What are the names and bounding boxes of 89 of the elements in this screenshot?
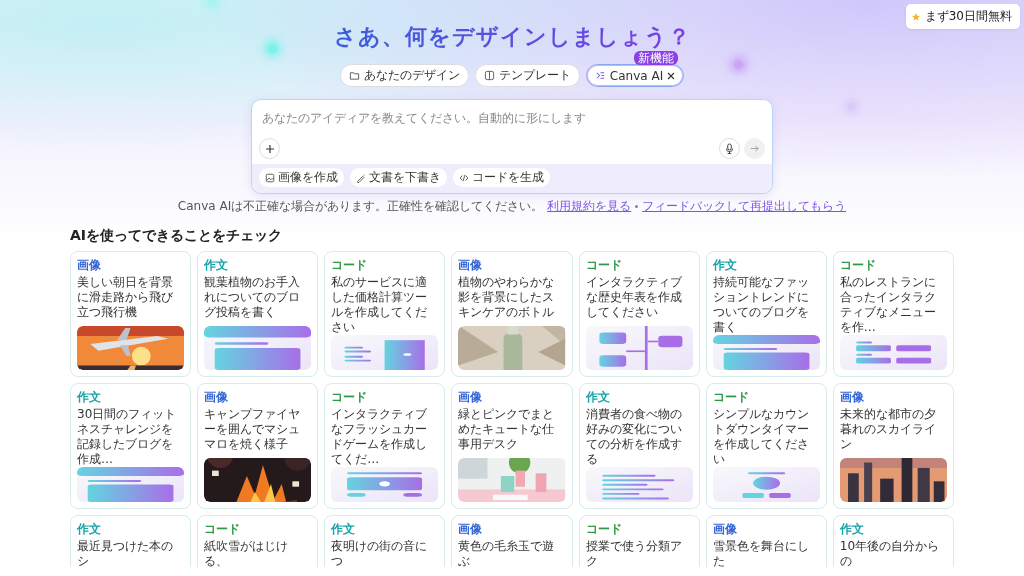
idea-card[interactable]: 画像 緑とピンクでまとめたキュートな仕事用デスク xyxy=(451,383,573,509)
separator-dot xyxy=(635,205,639,208)
card-text: 私のレストランに合ったインタラクティブなメニューを作… xyxy=(839,275,937,335)
card-text: 夜明けの街の音につ xyxy=(331,539,429,567)
idea-card[interactable]: 画像 植物のやわらかな影を背景にしたスキンケアのボトル xyxy=(451,251,573,377)
idea-card[interactable]: 画像 未来的な都市の夕暮れのスカイライン xyxy=(832,383,954,509)
idea-card[interactable]: 作文 持続可能なファッショントレンドについてのブログを書く xyxy=(705,251,827,377)
card-text: 植物のやわらかな影を背景にしたスキンケアのボトル xyxy=(458,275,556,320)
suggestion-chip[interactable]: コードを生成 xyxy=(453,168,550,187)
category-label: 作文 xyxy=(77,522,101,536)
category-label: 画像 xyxy=(458,258,483,272)
card-text: 30日間のフィットネスチャレンジを記録したブログを作成… xyxy=(77,407,178,467)
card-text: キャンプファイヤーを囲んでマシュマロを焼く様子 xyxy=(204,407,302,452)
card-text: 観葉植物のお手入れについてのブログ投稿を書く xyxy=(204,275,302,320)
category-label: 画像 xyxy=(458,522,483,536)
category-label: 画像 xyxy=(77,258,101,272)
card-text: 私のサービスに適した価格計算ツールを作成してください xyxy=(331,275,429,335)
category-label: 画像 xyxy=(204,390,229,404)
folder-icon xyxy=(348,70,360,81)
idea-card[interactable]: 作文 夜明けの街の音につ xyxy=(324,515,446,567)
suggestion-chip[interactable]: 画像を作成 xyxy=(259,168,344,187)
pen-icon xyxy=(356,172,366,183)
image-icon xyxy=(265,172,275,183)
trial-banner[interactable]: まず30日間無料 xyxy=(905,4,1020,29)
card-text: 10年後の自分からの xyxy=(839,539,941,567)
category-label: 作文 xyxy=(839,522,864,536)
category-label: コード xyxy=(204,522,241,536)
idea-card[interactable]: 作文 10年後の自分からの xyxy=(832,515,954,567)
idea-card[interactable]: コード インタラクティブな歴史年表を作成してください xyxy=(578,251,700,377)
category-label: 画像 xyxy=(839,390,864,404)
suggestion-chip[interactable]: 文書を下書き xyxy=(350,168,447,187)
card-text: 授業で使う分類アク xyxy=(585,539,683,567)
idea-card[interactable]: 作文 消費者の食べ物の好みの変化についての分析を作成する xyxy=(578,383,700,509)
new-badge: 新機能 xyxy=(634,51,679,65)
card-text: 未来的な都市の夕暮れのスカイライン xyxy=(839,407,937,452)
card-text: 緑とピンクでまとめたキュートな仕事用デスク xyxy=(458,407,556,452)
category-label: コード xyxy=(585,258,622,272)
category-label: コード xyxy=(331,390,368,404)
close-icon[interactable] xyxy=(667,71,676,80)
sparkle-dot xyxy=(268,44,277,53)
idea-card[interactable]: 作文 最近見つけた本のシ xyxy=(70,515,192,567)
idea-card[interactable]: コード 私のサービスに適した価格計算ツールを作成してください xyxy=(324,251,446,377)
link[interactable]: フィードバックして再提出してもらう xyxy=(642,198,847,215)
card-text: インタラクティブなフラッシュカードゲームを作成してくだ… xyxy=(331,407,429,467)
code-icon xyxy=(459,172,469,183)
add-button[interactable] xyxy=(259,138,280,159)
category-label: 作文 xyxy=(712,258,737,272)
section-heading: AIを使ってできることをチェック xyxy=(70,227,284,245)
card-text: 消費者の食べ物の好みの変化についての分析を作成する xyxy=(585,407,683,467)
idea-card[interactable]: コード 紙吹雪がはじける、 xyxy=(197,515,319,567)
category-label: 作文 xyxy=(331,522,356,536)
card-text: 美しい朝日を背景に滑走路から飛び立つ飛行機 xyxy=(77,275,174,320)
link[interactable]: 利用規約を見る xyxy=(547,198,632,215)
microphone-icon xyxy=(725,143,734,154)
prompt-field[interactable]: あなたのアイディアを教えてください。自動的に形にします xyxy=(260,110,764,126)
category-label: コード xyxy=(331,258,368,272)
arrow-icon xyxy=(750,144,759,153)
category-label: 画像 xyxy=(712,522,737,536)
idea-card[interactable]: コード 授業で使う分類アク xyxy=(578,515,700,567)
card-text: シンプルなカウントダウンタイマーを作成してください xyxy=(712,407,810,467)
category-label: コード xyxy=(712,390,749,404)
category-label: 画像 xyxy=(458,390,483,404)
card-text: インタラクティブな歴史年表を作成してください xyxy=(585,275,683,320)
category-label: 作文 xyxy=(585,390,610,404)
category-label: コード xyxy=(839,258,876,272)
card-text: 雪景色を舞台にした xyxy=(712,539,810,567)
idea-card[interactable]: コード 私のレストランに合ったインタラクティブなメニューを作… xyxy=(832,251,954,377)
microphone-button[interactable] xyxy=(719,138,740,159)
idea-card[interactable]: 作文 30日間のフィットネスチャレンジを記録したブログを作成… xyxy=(70,383,192,509)
category-label: 作文 xyxy=(77,390,101,404)
idea-card[interactable]: 画像 美しい朝日を背景に滑走路から飛び立つ飛行機 xyxy=(70,251,192,377)
idea-card[interactable]: 作文 観葉植物のお手入れについてのブログ投稿を書く xyxy=(197,251,319,377)
card-text: 最近見つけた本のシ xyxy=(77,539,174,567)
template-icon xyxy=(483,70,495,81)
idea-card[interactable]: 画像 キャンプファイヤーを囲んでマシュマロを焼く様子 xyxy=(197,383,319,509)
card-text: 紙吹雪がはじける、 xyxy=(204,539,290,567)
category-label: コード xyxy=(585,522,622,536)
card-text: 黄色の毛糸玉で遊ぶ xyxy=(458,539,556,567)
idea-card[interactable]: コード インタラクティブなフラッシュカードゲームを作成してくだ… xyxy=(324,383,446,509)
sparkle-dot xyxy=(734,60,743,69)
category-label: 作文 xyxy=(204,258,229,272)
tab[interactable]: テンプレート xyxy=(474,64,580,87)
tab[interactable]: あなたのデザイン xyxy=(339,64,469,87)
idea-card[interactable]: コード シンプルなカウントダウンタイマーを作成してください xyxy=(705,383,827,509)
idea-card[interactable]: 画像 黄色の毛糸玉で遊ぶ xyxy=(451,515,573,567)
plus-icon xyxy=(264,143,275,154)
idea-card[interactable]: 画像 雪景色を舞台にした xyxy=(705,515,827,567)
card-text: 持続可能なファッショントレンドについてのブログを書く xyxy=(712,275,810,335)
disclaimer-text: Canva AIは不正確な場合があります。正確性を確認してください。 xyxy=(177,198,544,215)
